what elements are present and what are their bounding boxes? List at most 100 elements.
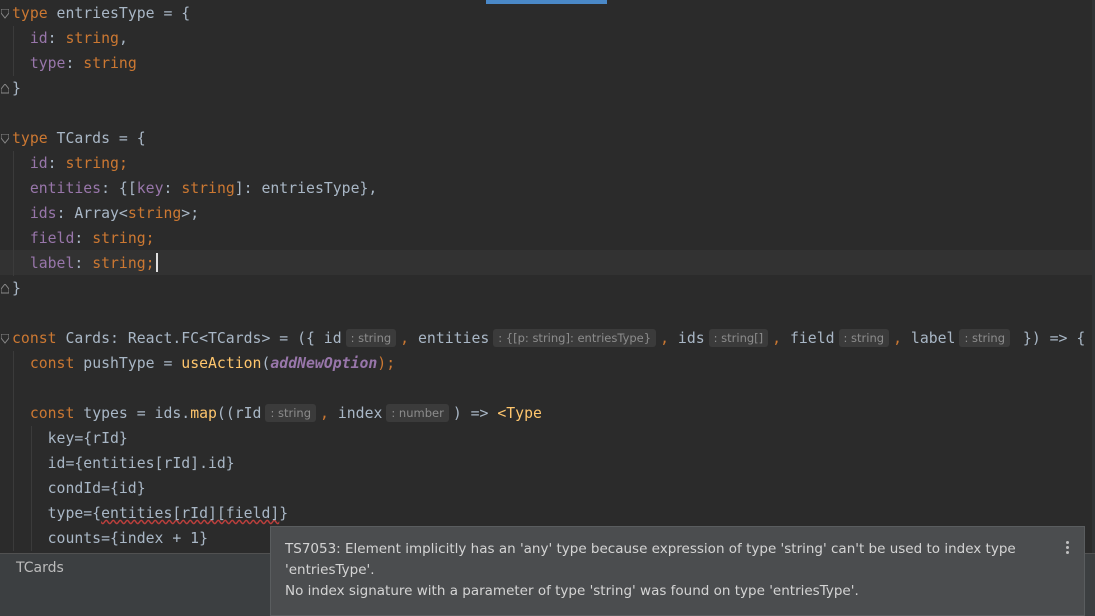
code-token: key	[136, 180, 164, 197]
code-token: );	[377, 355, 396, 372]
code-token: :	[65, 55, 84, 72]
code-token: }) => {	[1014, 330, 1086, 347]
indent-guide	[13, 26, 14, 76]
code-token: entities[rId][field]	[101, 505, 280, 522]
code-line[interactable]: const Cards: React.FC<TCards> = ({ id: s…	[12, 326, 1085, 351]
code-line[interactable]: field: string;	[12, 226, 155, 251]
code-token: pushType =	[74, 355, 182, 372]
code-line[interactable]: entities: {[key: string]: entriesType},	[12, 176, 377, 201]
code-token: id	[29, 155, 48, 172]
parameter-type-hint: : string	[345, 329, 397, 347]
current-line-highlight	[0, 250, 1092, 275]
tooltip-message-line: No index signature with a parameter of t…	[285, 583, 859, 599]
code-token: index	[337, 405, 383, 422]
parameter-type-hint: : string	[959, 329, 1010, 347]
code-line[interactable]: id: string,	[12, 26, 128, 51]
code-line[interactable]: id: string;	[12, 151, 128, 176]
indent-guide	[13, 351, 14, 551]
parameter-type-hint: : number	[386, 404, 449, 422]
code-line[interactable]: label: string;	[12, 251, 158, 276]
parameter-type-hint: : string[]	[708, 329, 769, 347]
code-token: }	[12, 80, 21, 97]
code-token: ) =>	[452, 405, 498, 422]
code-token: :	[163, 180, 182, 197]
code-token: :	[74, 230, 93, 247]
fold-arrow-icon[interactable]	[1, 9, 9, 19]
code-token: type	[12, 130, 48, 147]
code-token: map	[190, 405, 217, 422]
code-token: >;	[181, 205, 200, 222]
code-token: label	[910, 330, 956, 347]
code-line[interactable]: }	[12, 76, 21, 101]
code-token: ids	[29, 205, 57, 222]
tooltip-message-line: TS7053: Element implicitly has an 'any' …	[285, 541, 1016, 557]
code-token: ;	[145, 255, 155, 272]
code-token: ids	[677, 330, 705, 347]
more-vertical-icon[interactable]	[1066, 541, 1070, 557]
code-token: ;	[145, 230, 155, 247]
code-token: const	[29, 355, 75, 372]
fold-arrow-icon[interactable]	[1, 284, 9, 294]
code-token: counts={index + 1}	[12, 530, 208, 547]
code-line[interactable]: counts={index + 1}	[12, 526, 208, 551]
parameter-type-hint: : string	[838, 329, 890, 347]
code-token: type	[12, 5, 48, 22]
fold-arrow-icon[interactable]	[1, 134, 9, 144]
code-token: condId={id}	[12, 480, 146, 497]
code-token: entities	[29, 180, 102, 197]
code-token: id	[29, 30, 48, 47]
code-token: TCards = {	[47, 130, 146, 147]
code-line[interactable]: type: string	[12, 51, 137, 76]
code-editor[interactable]: type entriesType = { id: string, type: s…	[0, 0, 1095, 553]
code-token: addNewOption	[270, 355, 378, 372]
code-token: :	[47, 30, 66, 47]
code-token: :	[74, 255, 93, 272]
code-token: string	[83, 55, 137, 72]
code-token: type={	[12, 505, 102, 522]
code-token: ;	[118, 155, 128, 172]
code-token: <Type	[497, 405, 542, 422]
code-token: id={entities[rId].id}	[12, 455, 235, 472]
code-line[interactable]: key={rId}	[12, 426, 128, 451]
error-tooltip: TS7053: Element implicitly has an 'any' …	[270, 526, 1085, 616]
code-token: :	[47, 155, 66, 172]
code-token: : {[	[101, 180, 137, 197]
code-token: string	[181, 180, 235, 197]
code-token: key={rId}	[12, 430, 128, 447]
code-token: const	[12, 330, 57, 347]
code-line[interactable]: ids: Array<string>;	[12, 201, 199, 226]
code-token: ,	[893, 330, 911, 347]
indent-guide	[31, 426, 32, 551]
code-line[interactable]: condId={id}	[12, 476, 146, 501]
code-token: ,	[400, 330, 418, 347]
code-token: : Array<	[56, 205, 128, 222]
code-token: field	[29, 230, 75, 247]
code-token: Cards: React.FC<TCards> = ({ id	[56, 330, 342, 347]
breadcrumb[interactable]: TCards	[16, 553, 64, 583]
code-token: entities	[418, 330, 490, 347]
code-line[interactable]: const types = ids.map((rId: string, inde…	[12, 401, 542, 426]
code-line[interactable]: }	[12, 276, 21, 301]
code-token: ,	[772, 330, 790, 347]
parameter-type-hint: : string	[265, 404, 317, 422]
indent-guide	[13, 151, 14, 276]
code-line[interactable]: id={entities[rId].id}	[12, 451, 235, 476]
fold-arrow-icon[interactable]	[1, 84, 9, 94]
code-token: ((rId	[216, 405, 262, 422]
code-token: type	[29, 55, 66, 72]
active-tab-indicator	[486, 0, 607, 4]
fold-arrow-icon[interactable]	[1, 334, 9, 344]
code-line[interactable]: type entriesType = {	[12, 1, 190, 26]
text-caret	[155, 253, 158, 272]
code-token: types = ids.	[74, 405, 191, 422]
tooltip-message-line: 'entriesType'.	[285, 562, 375, 578]
code-line[interactable]: type={entities[rId][field]}	[12, 501, 289, 526]
code-line[interactable]: const pushType = useAction(addNewOption)…	[12, 351, 395, 376]
code-token: useAction	[181, 355, 262, 372]
code-line[interactable]: type TCards = {	[12, 126, 146, 151]
